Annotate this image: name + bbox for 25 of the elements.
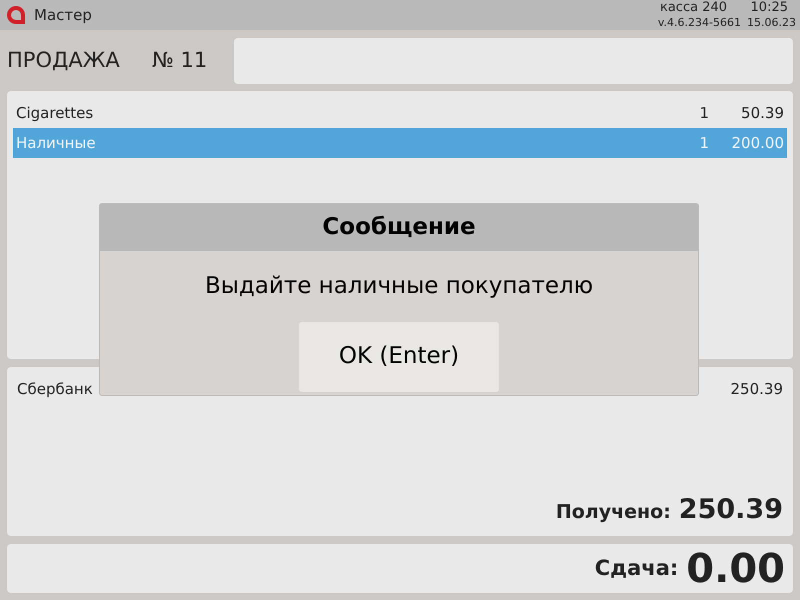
sale-title: ПРОДАЖА bbox=[7, 47, 121, 74]
dialog-title: Сообщение bbox=[322, 213, 476, 242]
change-value: 0.00 bbox=[686, 548, 785, 588]
app-title: Мастер bbox=[34, 4, 92, 26]
item-quantity: 1 bbox=[699, 102, 709, 124]
input-field[interactable] bbox=[234, 38, 793, 84]
time-label: 10:25 bbox=[750, 0, 789, 15]
date-label: 15.06.23 bbox=[747, 15, 796, 30]
logo-icon bbox=[6, 5, 26, 25]
received-label: Получено: bbox=[556, 500, 671, 524]
item-quantity: 1 bbox=[699, 132, 709, 154]
sale-number: № 11 bbox=[152, 47, 208, 74]
item-row[interactable]: Cigarettes 1 50.39 bbox=[13, 98, 787, 128]
payment-name: Сбербанк bbox=[17, 378, 93, 400]
ok-button[interactable]: OK (Enter) bbox=[299, 322, 499, 392]
item-name: Cigarettes bbox=[16, 102, 94, 124]
dialog-message: Выдайте наличные покупателю bbox=[204, 272, 594, 301]
item-name: Наличные bbox=[16, 132, 96, 154]
item-amount: 50.39 bbox=[740, 102, 784, 124]
received-value: 250.39 bbox=[678, 492, 783, 526]
payment-amount: 250.39 bbox=[730, 378, 783, 400]
item-amount: 200.00 bbox=[730, 132, 784, 154]
change-label: Сдача: bbox=[594, 554, 678, 582]
version-label: v.4.6.234-5661 bbox=[658, 15, 742, 30]
register-label: касса 240 bbox=[658, 0, 728, 15]
